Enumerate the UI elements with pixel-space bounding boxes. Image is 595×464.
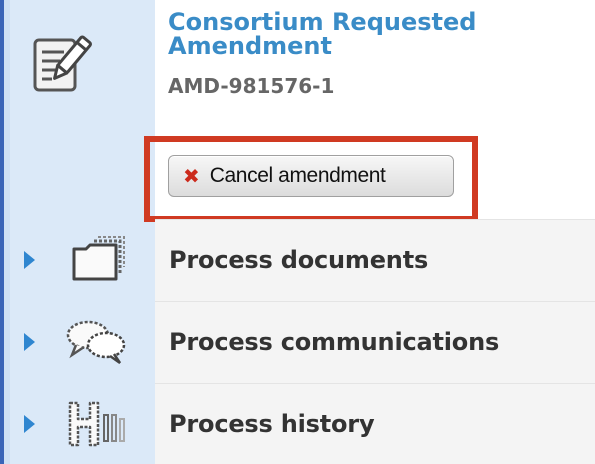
history-icon	[64, 397, 128, 449]
section-label: Process communications	[169, 328, 500, 356]
speech-bubbles-icon	[64, 315, 128, 367]
expand-caret-icon[interactable]	[24, 251, 35, 269]
amendment-title: Consortium Requested Amendment	[168, 8, 477, 60]
edit-document-icon	[26, 30, 96, 100]
cancel-amendment-label: Cancel amendment	[209, 164, 386, 187]
section-process-documents[interactable]: Process documents	[10, 219, 595, 301]
x-icon: ✖	[183, 164, 200, 188]
amendment-panel: Consortium Requested Amendment AMD-98157…	[0, 0, 595, 464]
amendment-reference: AMD-981576-1	[168, 74, 335, 98]
cancel-amendment-button[interactable]: ✖ Cancel amendment	[168, 155, 454, 197]
section-process-history[interactable]: Process history	[10, 383, 595, 464]
section-label: Process history	[169, 410, 375, 438]
expand-caret-icon[interactable]	[24, 333, 35, 351]
folder-icon	[64, 233, 128, 285]
section-label: Process documents	[169, 246, 429, 274]
section-process-communications[interactable]: Process communications	[10, 301, 595, 383]
expand-caret-icon[interactable]	[24, 415, 35, 433]
left-rail	[0, 0, 10, 464]
